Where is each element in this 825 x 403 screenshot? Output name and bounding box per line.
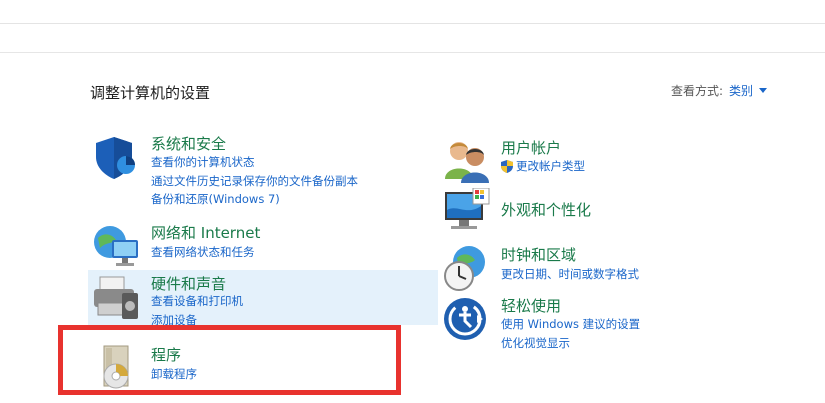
- link-backup-restore[interactable]: 备份和还原(Windows 7): [151, 190, 358, 209]
- shield-icon: [96, 137, 135, 179]
- category-title[interactable]: 时钟和区域: [501, 244, 576, 265]
- link-change-account-type[interactable]: 更改帐户类型: [501, 157, 585, 176]
- printer-icon: [94, 276, 138, 319]
- category-title[interactable]: 用户帐户: [501, 137, 561, 158]
- category-title[interactable]: 硬件和声音: [151, 273, 226, 294]
- link-optimize-visual[interactable]: 优化视觉显示: [501, 334, 640, 353]
- ease-of-access-icon: [444, 298, 486, 340]
- link-file-history[interactable]: 通过文件历史记录保存你的文件备份副本: [151, 172, 358, 191]
- link-recommended-settings[interactable]: 使用 Windows 建议的设置: [501, 315, 640, 334]
- category-title[interactable]: 外观和个性化: [501, 199, 591, 220]
- toolbar-divider: [0, 52, 825, 53]
- top-bar: [0, 0, 825, 24]
- annotation-highlight-box: [58, 325, 401, 395]
- category-title[interactable]: 轻松使用: [501, 295, 561, 316]
- category-title[interactable]: 系统和安全: [151, 133, 226, 154]
- view-by-label: 查看方式:: [671, 84, 724, 98]
- network-globe-icon: [94, 226, 138, 266]
- view-by-value[interactable]: 类别: [729, 82, 753, 99]
- users-icon: [445, 142, 489, 183]
- page-title: 调整计算机的设置: [90, 84, 211, 102]
- link-network-status[interactable]: 查看网络状态和任务: [151, 243, 255, 262]
- view-by: 查看方式: 类别: [671, 82, 768, 99]
- view-by-dropdown[interactable]: 类别: [729, 82, 768, 99]
- link-label[interactable]: 更改帐户类型: [516, 157, 585, 176]
- appearance-monitor-icon: [445, 188, 490, 229]
- link-change-date-time[interactable]: 更改日期、时间或数字格式: [501, 265, 639, 284]
- clock-globe-icon: [444, 246, 485, 291]
- link-view-computer-status[interactable]: 查看你的计算机状态: [151, 153, 358, 172]
- link-devices-printers[interactable]: 查看设备和打印机: [151, 292, 243, 311]
- category-title[interactable]: 网络和 Internet: [151, 222, 260, 243]
- uac-shield-icon: [501, 159, 513, 173]
- hover-highlight: [88, 270, 438, 325]
- chevron-down-icon[interactable]: [759, 88, 768, 93]
